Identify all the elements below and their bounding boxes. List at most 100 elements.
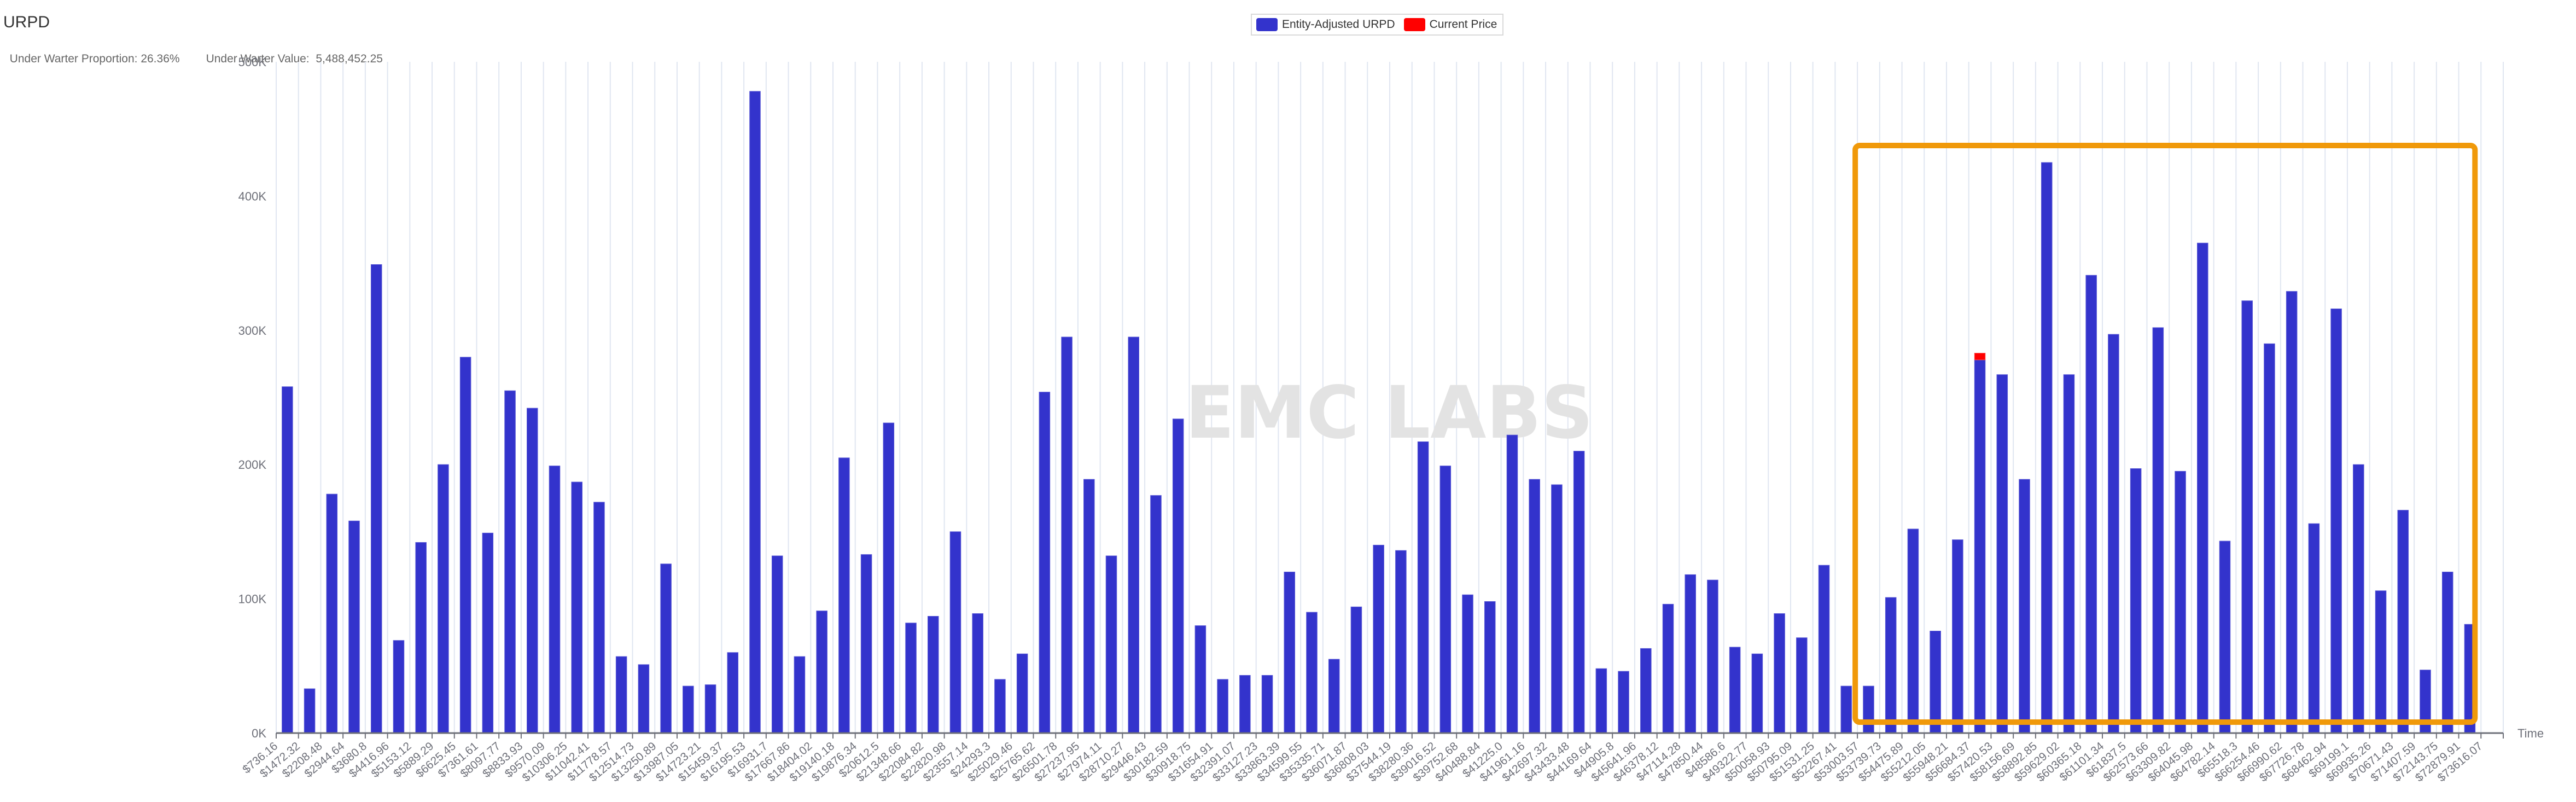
bar-entity-adjusted-urpd (1016, 653, 1028, 734)
bar-entity-adjusted-urpd (2219, 541, 2231, 734)
bar-entity-adjusted-urpd (1707, 579, 1718, 734)
bar-entity-adjusted-urpd (2041, 162, 2053, 734)
y-tick-label: 100K (238, 592, 267, 606)
bar-entity-adjusted-urpd (816, 611, 827, 734)
bar-entity-adjusted-urpd (749, 91, 761, 734)
bar-entity-adjusted-urpd (571, 481, 582, 734)
bar-entity-adjusted-urpd (393, 640, 405, 734)
bar-entity-adjusted-urpd (504, 390, 516, 734)
bar-entity-adjusted-urpd (438, 464, 449, 734)
bar-entity-adjusted-urpd (2330, 309, 2342, 734)
y-tick-label: 500K (238, 55, 267, 69)
bar-entity-adjusted-urpd (549, 466, 561, 734)
bar-entity-adjusted-urpd (2286, 291, 2298, 734)
x-axis-title: Time (2517, 727, 2544, 740)
y-tick-label: 300K (238, 324, 267, 338)
bar-entity-adjusted-urpd (883, 422, 895, 734)
bar-entity-adjusted-urpd (2308, 523, 2320, 734)
bar-entity-adjusted-urpd (2085, 275, 2097, 734)
bar-entity-adjusted-urpd (1930, 630, 1941, 734)
bar-entity-adjusted-urpd (2152, 327, 2164, 734)
bar-entity-adjusted-urpd (949, 531, 961, 734)
bar-entity-adjusted-urpd (1261, 675, 1273, 734)
bar-entity-adjusted-urpd (660, 563, 672, 734)
bar-entity-adjusted-urpd (1061, 336, 1073, 734)
bar-entity-adjusted-urpd (1284, 572, 1296, 734)
bar-entity-adjusted-urpd (1863, 685, 1874, 734)
bar-entity-adjusted-urpd (1595, 668, 1607, 734)
bar-entity-adjusted-urpd (1128, 336, 1139, 734)
bar-entity-adjusted-urpd (927, 616, 939, 734)
bar-entity-adjusted-urpd (1996, 374, 2008, 734)
bar-entity-adjusted-urpd (2063, 374, 2075, 734)
bar-entity-adjusted-urpd (2397, 510, 2409, 734)
bar-entity-adjusted-urpd (1974, 359, 1986, 734)
bar-entity-adjusted-urpd (415, 542, 427, 734)
bar-entity-adjusted-urpd (1685, 574, 1696, 734)
bar-entity-adjusted-urpd (1217, 679, 1228, 734)
bar-entity-adjusted-urpd (1751, 653, 1763, 734)
bar-current-price (1974, 353, 1986, 361)
bar-entity-adjusted-urpd (1039, 392, 1051, 734)
bar-entity-adjusted-urpd (704, 684, 716, 734)
bar-entity-adjusted-urpd (1194, 625, 1207, 734)
urpd-bar-chart: EMC LABS 0K 100K 200K 300K 400K 500K $736.16$… (238, 55, 2544, 784)
bar-entity-adjusted-urpd (282, 386, 293, 734)
bar-entity-adjusted-urpd (994, 679, 1006, 734)
bar-entity-adjusted-urpd (2197, 242, 2208, 734)
bar-entity-adjusted-urpd (1618, 671, 1629, 734)
y-tick-label: 400K (238, 189, 267, 203)
y-tick-label: 200K (238, 458, 267, 472)
bar-entity-adjusted-urpd (638, 664, 650, 734)
bar-entity-adjusted-urpd (370, 264, 382, 734)
bar-entity-adjusted-urpd (905, 623, 917, 734)
bar-entity-adjusted-urpd (1439, 466, 1452, 734)
bar-entity-adjusted-urpd (1395, 550, 1407, 734)
bar-entity-adjusted-urpd (326, 493, 338, 734)
bar-entity-adjusted-urpd (1952, 539, 1963, 734)
bar-entity-adjusted-urpd (771, 555, 783, 734)
bar-entity-adjusted-urpd (1373, 544, 1384, 734)
bar-entity-adjusted-urpd (1306, 612, 1318, 734)
bar-entity-adjusted-urpd (1551, 484, 1563, 734)
bar-entity-adjusted-urpd (1328, 659, 1340, 734)
bar-entity-adjusted-urpd (1529, 479, 1540, 734)
bar-entity-adjusted-urpd (527, 408, 538, 734)
bar-entity-adjusted-urpd (1885, 597, 1897, 734)
bar-entity-adjusted-urpd (683, 685, 694, 734)
bar-entity-adjusted-urpd (972, 613, 983, 734)
bar-entity-adjusted-urpd (860, 554, 872, 734)
bar-entity-adjusted-urpd (1417, 441, 1429, 734)
bar-entity-adjusted-urpd (615, 656, 627, 734)
bar-entity-adjusted-urpd (1573, 451, 1585, 734)
y-tick-label: 0K (252, 727, 266, 740)
bar-entity-adjusted-urpd (1239, 675, 1251, 734)
bar-entity-adjusted-urpd (727, 652, 739, 734)
bar-entity-adjusted-urpd (2108, 334, 2119, 734)
bar-entity-adjusted-urpd (1840, 685, 1852, 734)
bar-entity-adjusted-urpd (1796, 637, 1808, 734)
bar-entity-adjusted-urpd (1729, 647, 1741, 734)
bar-entity-adjusted-urpd (1350, 606, 1362, 734)
bar-entity-adjusted-urpd (1506, 434, 1518, 734)
bar-entity-adjusted-urpd (1105, 555, 1117, 734)
bar-entity-adjusted-urpd (593, 502, 605, 734)
bar-entity-adjusted-urpd (304, 688, 316, 734)
bar-entity-adjusted-urpd (348, 520, 360, 734)
bar-entity-adjusted-urpd (1484, 601, 1496, 734)
bar-entity-adjusted-urpd (1172, 419, 1184, 734)
y-axis: 0K 100K 200K 300K 400K 500K (238, 55, 267, 740)
bar-entity-adjusted-urpd (1083, 479, 1095, 734)
bar-entity-adjusted-urpd (2019, 479, 2030, 734)
bar-entity-adjusted-urpd (459, 357, 471, 734)
watermark: EMC LABS (1185, 371, 1593, 455)
bar-entity-adjusted-urpd (2264, 343, 2275, 734)
bar-entity-adjusted-urpd (2353, 464, 2364, 734)
bar-entity-adjusted-urpd (2441, 572, 2453, 734)
bar-entity-adjusted-urpd (1774, 613, 1785, 734)
bar-entity-adjusted-urpd (2375, 590, 2387, 734)
bar-entity-adjusted-urpd (1640, 648, 1652, 734)
bar-entity-adjusted-urpd (794, 656, 806, 734)
bar-entity-adjusted-urpd (1818, 565, 1830, 734)
bar-entity-adjusted-urpd (1150, 495, 1162, 734)
